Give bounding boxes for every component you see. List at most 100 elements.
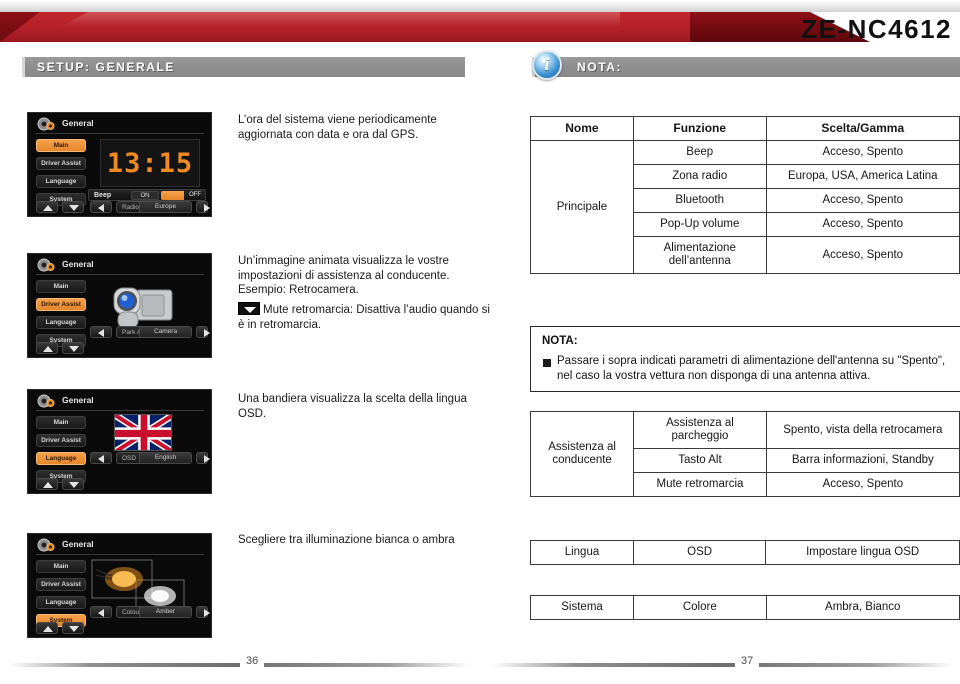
- device-menu-language[interactable]: Language: [36, 175, 86, 188]
- info-icon: i: [532, 50, 562, 80]
- device-next-button[interactable]: [196, 326, 210, 338]
- device-screenshot-main: General Main Driver Assist Language Syst…: [27, 112, 212, 217]
- device-prev-button[interactable]: [90, 326, 112, 338]
- cell-scelta: Europa, USA, America Latina: [765, 164, 960, 189]
- column-header-scelta: Scelta/Gamma: [765, 116, 960, 141]
- device-down-button[interactable]: [62, 201, 84, 213]
- device-menu-main[interactable]: Main: [36, 280, 86, 293]
- bulb-illumination-icon: [91, 559, 185, 611]
- table-row: Assistenza al conducente Assistenza al p…: [529, 411, 960, 497]
- device-next-button[interactable]: [196, 201, 210, 213]
- table-sistema: Sistema Colore Ambra, Bianco: [529, 595, 960, 620]
- device-down-button[interactable]: [62, 478, 84, 490]
- paragraph-gps-time: L’ora del sistema viene periodicamente a…: [238, 114, 437, 141]
- table-assistenza-conducente: Assistenza al conducente Assistenza al p…: [529, 411, 960, 497]
- device-prev-button[interactable]: [90, 201, 112, 213]
- cell-funzione: Mute retromarcia: [633, 472, 767, 497]
- device-screenshot-language: General Main Driver Assist Language Syst…: [27, 389, 212, 494]
- footer-rule-right: [492, 663, 954, 667]
- banner-highlight: [60, 12, 620, 27]
- device-next-button[interactable]: [196, 606, 210, 618]
- cell-scelta: Acceso, Spento: [765, 236, 960, 274]
- beep-setting-row: Beep ON OFF: [88, 189, 206, 201]
- column-header-nome: Nome: [530, 116, 634, 141]
- manual-page: ZE-NC4612 SETUP: GENERALE NOTA: i Genera…: [0, 0, 960, 684]
- park-assist-value: Camera: [139, 327, 191, 337]
- device-menu-main[interactable]: Main: [36, 139, 86, 152]
- note-section-bar: NOTA:: [532, 57, 960, 77]
- cell-funzione: OSD: [632, 540, 767, 565]
- device-title-divider: [36, 133, 204, 134]
- cell-funzione: Tasto Alt: [633, 448, 767, 473]
- device-title: General: [62, 259, 94, 269]
- paragraph-mute-text: Mute retromarcia: Disattiva l’audio quan…: [238, 304, 490, 331]
- beep-label: Beep: [94, 192, 112, 199]
- cell-funzione: Assistenza al parcheggio: [633, 411, 767, 449]
- device-menu-driver-assist[interactable]: Driver Assist: [36, 298, 86, 311]
- note-box-text: Passare i sopra indicati parametri di al…: [557, 355, 946, 382]
- radio-area-value: Europe: [139, 202, 191, 212]
- device-up-button[interactable]: [36, 201, 58, 213]
- device-down-button[interactable]: [62, 622, 84, 634]
- table-row: Sistema Colore Ambra, Bianco: [529, 595, 960, 620]
- device-prev-button[interactable]: [90, 606, 112, 618]
- bullet-square-icon: [543, 359, 551, 367]
- note-bar-label: NOTA:: [577, 60, 623, 74]
- device-menu-main[interactable]: Main: [36, 560, 86, 573]
- device-up-button[interactable]: [36, 478, 58, 490]
- device-up-button[interactable]: [36, 622, 58, 634]
- beep-off-button[interactable]: OFF: [161, 191, 203, 200]
- table-lingua: Lingua OSD Impostare lingua OSD: [530, 540, 960, 565]
- paragraph-illumination: Scegliere tra illuminazione bianca o amb…: [238, 534, 455, 546]
- beep-on-button[interactable]: ON: [131, 191, 159, 200]
- park-assist-field[interactable]: Park Assist Camera: [116, 326, 192, 338]
- device-menu-driver-assist[interactable]: Driver Assist: [36, 578, 86, 591]
- cell-funzione: Pop-Up volume: [632, 212, 767, 237]
- footer-rule-left: [8, 663, 470, 667]
- colour-field[interactable]: Colour Amber: [116, 606, 192, 618]
- union-jack-flag-icon: [114, 414, 172, 451]
- device-screenshot-system: General Main Driver Assist Language Syst…: [27, 533, 212, 638]
- info-icon-glyph: i: [544, 54, 550, 74]
- gear-icon: [37, 538, 55, 552]
- cell-scelta: Ambra, Bianco: [765, 595, 960, 620]
- cell-scelta: Spento, vista della retrocamera: [765, 411, 960, 449]
- osd-language-field[interactable]: OSD English: [116, 452, 192, 464]
- cell-funzione: Colore: [633, 595, 767, 620]
- cell-funzione: Beep: [632, 140, 767, 165]
- colour-value: Amber: [139, 607, 191, 617]
- cell-scelta: Acceso, Spento: [765, 472, 960, 497]
- cell-funzione: Alimentazione dell’antenna: [632, 236, 767, 274]
- gear-icon: [37, 117, 55, 131]
- device-menu-language[interactable]: Language: [36, 316, 86, 329]
- device-next-button[interactable]: [196, 452, 210, 464]
- device-title: General: [62, 118, 94, 128]
- table-row: Principale Beep Acceso, Spento: [530, 140, 960, 274]
- beep-toggle-swatch: [161, 191, 184, 200]
- clock-display: 13:15: [100, 139, 200, 187]
- page-number-left: 36: [240, 655, 265, 667]
- table-principale: Nome Funzione Scelta/Gamma Principale Be…: [530, 116, 960, 274]
- cell-funzione: Zona radio: [632, 164, 767, 189]
- mute-reverse-icon: [238, 302, 260, 315]
- setup-bar-label: SETUP: GENERALE: [37, 60, 176, 74]
- device-up-button[interactable]: [36, 342, 58, 354]
- paragraph-language-flag: Una bandiera visualizza la scelta della …: [238, 393, 467, 420]
- gear-icon: [37, 258, 55, 272]
- device-prev-button[interactable]: [90, 452, 112, 464]
- page-number-right: 37: [735, 655, 760, 667]
- device-title-divider: [36, 554, 204, 555]
- cell-scelta: Barra informazioni, Standby: [765, 448, 960, 473]
- cell-scelta: Acceso, Spento: [765, 212, 960, 237]
- device-menu-main[interactable]: Main: [36, 416, 86, 429]
- device-menu-driver-assist[interactable]: Driver Assist: [36, 434, 86, 447]
- osd-language-key: OSD: [122, 455, 137, 462]
- cell-funzione: Bluetooth: [632, 188, 767, 213]
- device-menu-language[interactable]: Language: [36, 596, 86, 609]
- device-menu-language[interactable]: Language: [36, 452, 86, 465]
- device-down-button[interactable]: [62, 342, 84, 354]
- osd-language-value: English: [139, 453, 191, 463]
- device-title-divider: [36, 410, 204, 411]
- device-menu-driver-assist[interactable]: Driver Assist: [36, 157, 86, 170]
- radio-area-field[interactable]: Radio Area Europe: [116, 201, 192, 213]
